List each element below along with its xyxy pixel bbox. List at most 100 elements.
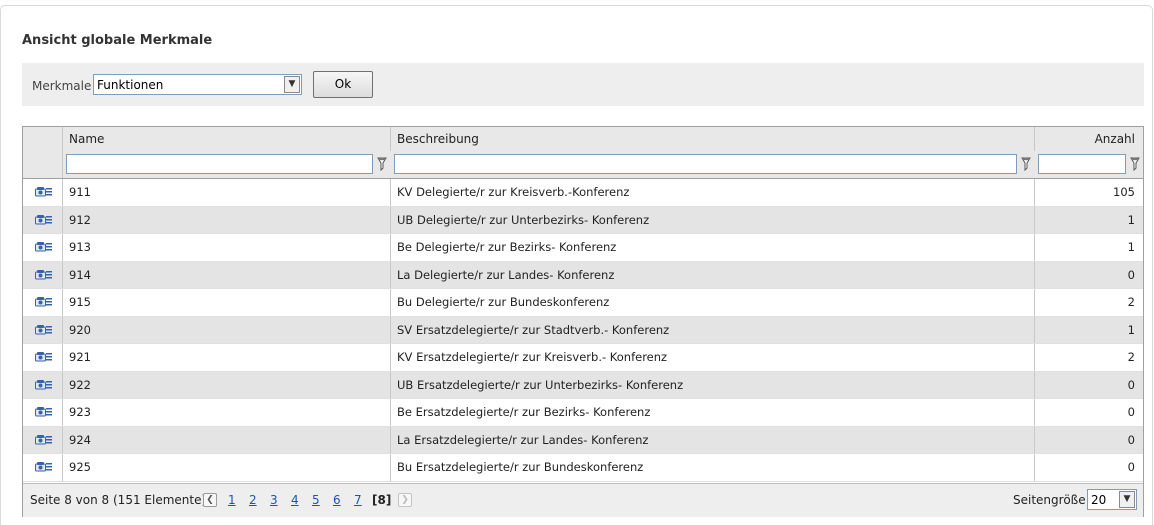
pager: Seite 8 von 8 (151 Elemente) ❮ 1 2 3 4 5… — [23, 483, 1143, 517]
name-filter-input[interactable] — [66, 154, 373, 174]
cell-anzahl: 0 — [1127, 377, 1135, 392]
row-action-cell — [23, 234, 63, 261]
row-action-cell — [23, 261, 63, 288]
anzahl-filter-input[interactable] — [1038, 154, 1126, 174]
funnel-icon[interactable] — [377, 157, 387, 171]
cell-beschreibung: KV Delegierte/r zur Kreisverb.-Konferenz — [391, 179, 1035, 206]
cell-name: 923 — [63, 399, 391, 426]
cell-anzahl: 105 — [1113, 185, 1135, 199]
cell-beschreibung: UB Delegierte/r zur Unterbezirks- Konfer… — [391, 206, 1035, 233]
funnel-icon[interactable] — [1021, 157, 1031, 171]
merkmale-label: Merkmale — [32, 79, 92, 93]
table-row[interactable]: 913 Be Delegierte/r zur Bezirks- Konferen… — [23, 234, 1143, 262]
header-icon-column — [23, 127, 63, 151]
page-size-select[interactable]: 20 ▼ — [1087, 489, 1137, 510]
cell-beschreibung: Bu Ersatzdelegierte/r zur Bundeskonferen… — [391, 454, 1035, 481]
page-link-2[interactable]: 2 — [249, 493, 257, 507]
page-size-value: 20 — [1091, 493, 1107, 507]
cell-anzahl: 0 — [1127, 460, 1135, 474]
table-row[interactable]: 923 Be Ersatzdelegierte/r zur Bezirks- Ko… — [23, 399, 1143, 427]
edit-record-icon[interactable] — [35, 296, 52, 308]
edit-record-icon[interactable] — [35, 406, 52, 418]
edit-record-icon[interactable] — [35, 379, 52, 391]
cell-beschreibung: UB Ersatzdelegierte/r zur Unterbezirks- … — [391, 371, 1035, 398]
cell-name: 913 — [63, 234, 391, 261]
merkmale-select[interactable]: Funktionen ▼ — [93, 74, 302, 95]
cell-anzahl: 2 — [1127, 295, 1135, 309]
row-action-cell — [23, 426, 63, 453]
column-header-name[interactable]: Name — [63, 127, 391, 151]
page-link-7[interactable]: 7 — [354, 493, 362, 507]
edit-record-icon[interactable] — [35, 186, 52, 198]
page-link-1[interactable]: 1 — [228, 493, 236, 507]
cell-name: 920 — [63, 316, 391, 343]
pager-info: Seite 8 von 8 (151 Elemente) — [30, 493, 207, 507]
edit-record-icon[interactable] — [35, 351, 52, 363]
cell-anzahl: 2 — [1127, 350, 1135, 364]
cell-beschreibung: Bu Delegierte/r zur Bundeskonferenz — [391, 289, 1035, 316]
cell-name: 911 — [63, 179, 391, 206]
table-row[interactable]: 925 Bu Ersatzdelegierte/r zur Bundeskonfe… — [23, 454, 1143, 482]
chevron-down-icon[interactable]: ▼ — [284, 76, 300, 93]
row-action-cell — [23, 371, 63, 398]
row-action-cell — [23, 344, 63, 371]
table-row[interactable]: 914 La Delegierte/r zur Landes- Konferenz… — [23, 261, 1143, 289]
page-link-6[interactable]: 6 — [333, 493, 341, 507]
cell-name: 912 — [63, 206, 391, 233]
edit-record-icon[interactable] — [35, 461, 52, 473]
cell-beschreibung: Be Ersatzdelegierte/r zur Bezirks- Konfe… — [391, 399, 1035, 426]
column-header-anzahl[interactable]: Anzahl — [1035, 127, 1143, 151]
row-action-cell — [23, 206, 63, 233]
cell-name: 914 — [63, 261, 391, 288]
cell-anzahl: 0 — [1127, 267, 1135, 282]
table-row[interactable]: 920 SV Ersatzdelegierte/r zur Stadtverb.-… — [23, 316, 1143, 344]
data-grid: Name Beschreibung Anzahl 911 KV Delegiert… — [22, 126, 1144, 517]
current-page: [8] — [372, 493, 392, 507]
page-link-3[interactable]: 3 — [270, 493, 278, 507]
page-link-4[interactable]: 4 — [291, 493, 299, 507]
page-title: Ansicht globale Merkmale — [22, 33, 213, 48]
cell-beschreibung: Be Delegierte/r zur Bezirks- Konferenz — [391, 234, 1035, 261]
chevron-down-icon[interactable]: ▼ — [1119, 491, 1135, 508]
row-action-cell — [23, 179, 63, 206]
table-row[interactable]: 912 UB Delegierte/r zur Unterbezirks- Kon… — [23, 206, 1143, 234]
row-action-cell — [23, 289, 63, 316]
merkmale-select-value: Funktionen — [97, 78, 164, 92]
cell-anzahl: 1 — [1127, 322, 1135, 337]
page-size-label: Seitengröße: — [1013, 493, 1090, 507]
row-action-cell — [23, 316, 63, 343]
grid-header: Name Beschreibung Anzahl — [23, 127, 1143, 152]
cell-anzahl: 1 — [1127, 240, 1135, 254]
table-row[interactable]: 922 UB Ersatzdelegierte/r zur Unterbezirk… — [23, 371, 1143, 399]
beschreibung-filter-input[interactable] — [394, 154, 1017, 174]
edit-record-icon[interactable] — [35, 269, 52, 281]
cell-anzahl: 0 — [1127, 405, 1135, 419]
filter-row-spacer — [23, 151, 63, 178]
filter-bar: Merkmale Funktionen ▼ Ok — [22, 63, 1144, 106]
cell-beschreibung: La Ersatzdelegierte/r zur Landes- Konfer… — [391, 426, 1035, 453]
chevron-left-icon[interactable]: ❮ — [203, 493, 217, 507]
cell-beschreibung: KV Ersatzdelegierte/r zur Kreisverb.- Ko… — [391, 344, 1035, 371]
ok-button[interactable]: Ok — [313, 71, 373, 98]
edit-record-icon[interactable] — [35, 241, 52, 253]
edit-record-icon[interactable] — [35, 434, 52, 446]
cell-anzahl: 0 — [1127, 432, 1135, 447]
table-row[interactable]: 921 KV Ersatzdelegierte/r zur Kreisverb.-… — [23, 344, 1143, 372]
table-row[interactable]: 924 La Ersatzdelegierte/r zur Landes- Kon… — [23, 426, 1143, 454]
column-header-beschreibung[interactable]: Beschreibung — [391, 127, 1035, 151]
page-link-5[interactable]: 5 — [312, 493, 320, 507]
cell-beschreibung: SV Ersatzdelegierte/r zur Stadtverb.- Ko… — [391, 316, 1035, 343]
cell-name: 921 — [63, 344, 391, 371]
funnel-icon[interactable] — [1130, 157, 1140, 171]
cell-name: 922 — [63, 371, 391, 398]
table-row[interactable]: 915 Bu Delegierte/r zur Bundeskonferenz 2 — [23, 289, 1143, 317]
table-row[interactable]: 911 KV Delegierte/r zur Kreisverb.-Konfer… — [23, 179, 1143, 207]
chevron-right-icon[interactable]: ❯ — [398, 493, 412, 507]
row-action-cell — [23, 454, 63, 481]
edit-record-icon[interactable] — [35, 214, 52, 226]
edit-record-icon[interactable] — [35, 324, 52, 336]
cell-beschreibung: La Delegierte/r zur Landes- Konferenz — [391, 261, 1035, 288]
row-action-cell — [23, 399, 63, 426]
cell-name: 925 — [63, 454, 391, 481]
cell-name: 915 — [63, 289, 391, 316]
